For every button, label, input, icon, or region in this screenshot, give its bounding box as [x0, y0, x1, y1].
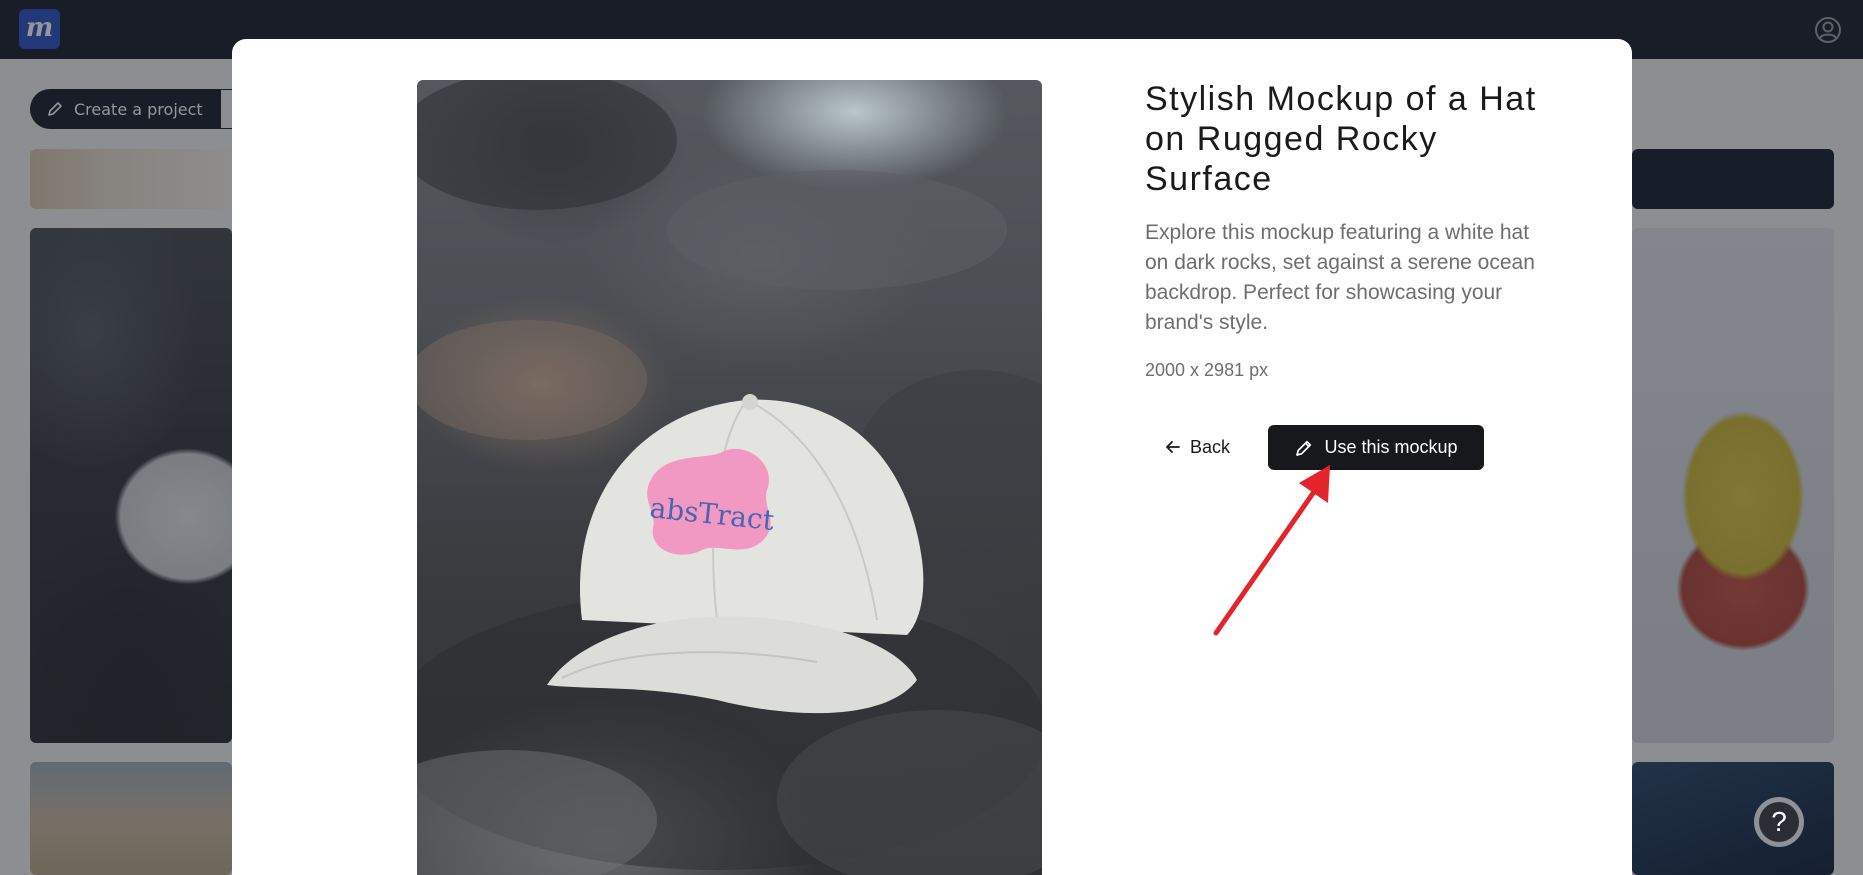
mockup-preview-image: absTract: [417, 80, 1042, 875]
pencil-icon: [1296, 440, 1312, 456]
mockup-detail-modal: absTract Stylish Mockup of a Hat on Rugg…: [232, 39, 1632, 875]
help-icon: ?: [1759, 802, 1799, 842]
help-button[interactable]: ?: [1754, 797, 1804, 847]
mockup-dimensions: 2000 x 2981 px: [1145, 360, 1269, 380]
hat-mockup-illustration: absTract: [417, 80, 1042, 875]
mockup-description: Explore this mockup featuring a white ha…: [1145, 221, 1535, 334]
use-mockup-button[interactable]: Use this mockup: [1268, 425, 1484, 470]
use-mockup-label: Use this mockup: [1324, 437, 1458, 457]
back-label: Back: [1190, 436, 1231, 457]
arrow-left-icon: [1166, 441, 1180, 453]
back-button[interactable]: Back: [1152, 425, 1242, 469]
mockup-title: Stylish Mockup of a Hat on Rugged Rocky …: [1145, 80, 1537, 198]
